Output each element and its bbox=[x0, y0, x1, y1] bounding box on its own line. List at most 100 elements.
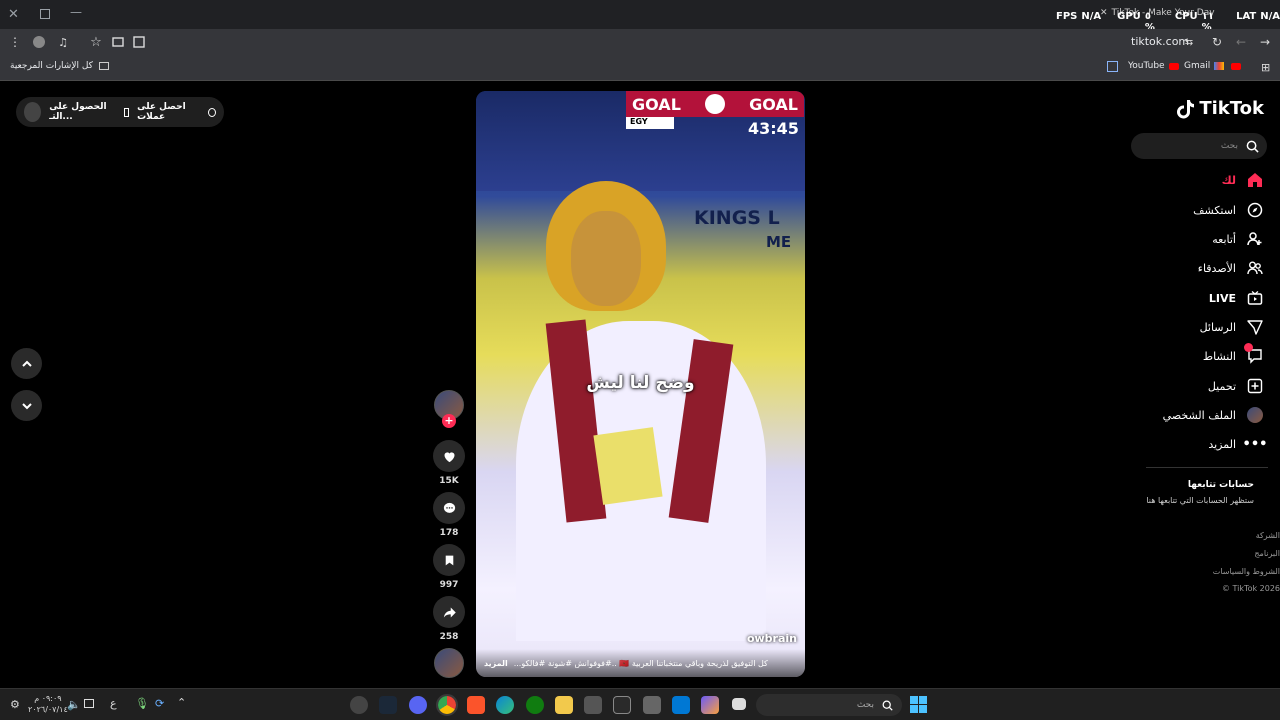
footer-company[interactable]: الشركة bbox=[1256, 531, 1280, 540]
sound-disc-avatar[interactable] bbox=[434, 648, 464, 678]
video-caption-bar: كل التوفيق لذريحة وباقي منتخباتنا العربي… bbox=[476, 649, 805, 677]
sidebar-divider bbox=[1146, 467, 1268, 468]
footer-terms[interactable]: الشروط والسياسات bbox=[1213, 567, 1280, 576]
chevron-down-icon bbox=[21, 402, 32, 409]
activity-icon bbox=[1244, 343, 1264, 365]
sidebar-item-following[interactable]: أتابعه bbox=[1212, 229, 1264, 249]
user-follow-icon bbox=[1246, 230, 1264, 248]
site-settings-icon[interactable]: ⇆ bbox=[1181, 34, 1197, 50]
apps-grid-icon[interactable]: ⊞ bbox=[1261, 61, 1270, 74]
tray-chevron-up-icon[interactable]: ⌃ bbox=[177, 696, 186, 709]
match-timer: 43:45 bbox=[748, 119, 799, 138]
footer-program[interactable]: البرنامج bbox=[1254, 549, 1280, 558]
sidebar-item-label: أتابعه bbox=[1212, 232, 1236, 246]
sidebar-item-friends[interactable]: الأصدقاء bbox=[1198, 258, 1264, 278]
search-placeholder: بحث bbox=[1220, 141, 1238, 151]
copilot-app-icon[interactable] bbox=[701, 696, 719, 714]
sidebar-item-messages[interactable]: الرسائل bbox=[1200, 317, 1264, 337]
obs-app-icon[interactable] bbox=[350, 696, 368, 714]
menu-dots-icon[interactable]: ⋮ bbox=[7, 34, 23, 50]
task-view-icon[interactable] bbox=[732, 698, 746, 710]
sidebar-item-profile[interactable]: الملف الشخصي bbox=[1163, 405, 1264, 425]
save-button[interactable] bbox=[433, 544, 465, 576]
steam-app-icon[interactable] bbox=[379, 696, 397, 714]
app-settings-icon[interactable] bbox=[584, 696, 602, 714]
search-box[interactable]: بحث bbox=[1131, 133, 1267, 159]
minimize-window-icon[interactable]: — bbox=[70, 5, 82, 19]
bookmark-page-icon[interactable] bbox=[1107, 61, 1118, 72]
maximize-window-icon[interactable] bbox=[40, 9, 50, 19]
sidebar-item-more[interactable]: المزيد ••• bbox=[1208, 434, 1268, 454]
scoreboard: GOAL GOAL bbox=[626, 91, 804, 117]
sidebar-item-live[interactable]: LIVE bbox=[1209, 288, 1264, 308]
user-avatar[interactable] bbox=[24, 102, 42, 122]
notification-badge bbox=[1244, 343, 1253, 352]
sync-icon[interactable]: ⟳ bbox=[155, 697, 164, 710]
bookmarks-bar: كل الإشارات المرجعية YouTube Gmail ⊞ bbox=[0, 55, 1280, 81]
friends-icon bbox=[1246, 259, 1264, 277]
like-button[interactable] bbox=[433, 440, 465, 472]
volume-icon[interactable]: 🔈 bbox=[67, 698, 81, 711]
tiktok-logo[interactable]: TikTok bbox=[1177, 98, 1264, 119]
microphone-icon[interactable]: 🎙 bbox=[135, 697, 149, 710]
media-control-icon[interactable]: ♫ bbox=[55, 34, 71, 50]
xbox-app-icon[interactable] bbox=[526, 696, 544, 714]
youtube-shortcut-icon[interactable] bbox=[1231, 63, 1241, 70]
comment-icon bbox=[443, 502, 455, 513]
more-icon: ••• bbox=[1242, 436, 1268, 452]
all-bookmarks-folder[interactable]: كل الإشارات المرجعية bbox=[10, 61, 109, 71]
sidebar-item-activity[interactable]: النشاط bbox=[1202, 343, 1264, 366]
video-player[interactable]: GOAL GOAL EGY 43:45 KINGS L ME وضح لنا ل… bbox=[476, 91, 805, 677]
share-count: 258 bbox=[439, 632, 459, 642]
heart-icon bbox=[444, 451, 454, 462]
forward-icon[interactable]: ← bbox=[1233, 34, 1249, 50]
live-icon bbox=[1246, 289, 1264, 307]
settings-gear-icon[interactable]: ⚙ bbox=[10, 698, 20, 711]
bookmark-youtube-label: YouTube bbox=[1128, 61, 1165, 71]
extensions-icon[interactable] bbox=[110, 34, 126, 50]
previous-video-button[interactable] bbox=[11, 348, 42, 379]
bookmark-star-icon[interactable]: ☆ bbox=[88, 34, 104, 50]
sidebar-item-for-you[interactable]: لك bbox=[1222, 170, 1264, 190]
clock[interactable]: ٠٩:٠٩ م ٢٠٢٦/٠٧/١٤ bbox=[28, 693, 68, 715]
display-icon[interactable] bbox=[84, 699, 94, 708]
store-app-icon[interactable] bbox=[643, 696, 661, 714]
close-window-icon[interactable]: ✕ bbox=[8, 7, 19, 22]
back-icon[interactable]: → bbox=[1257, 34, 1273, 50]
get-coins-link[interactable]: الحصول على التـ... bbox=[49, 102, 130, 122]
install-app-icon[interactable] bbox=[131, 34, 147, 50]
follow-plus-icon[interactable]: + bbox=[442, 414, 456, 428]
get-app-link[interactable]: احصل على عملات bbox=[137, 102, 216, 122]
clock-date: ٢٠٢٦/٠٧/١٤ bbox=[28, 705, 68, 714]
windows-start-icon[interactable] bbox=[910, 696, 927, 713]
bookmark-icon bbox=[445, 555, 453, 565]
edge-app-icon[interactable] bbox=[496, 696, 514, 714]
tiktok-wordmark: TikTok bbox=[1199, 98, 1264, 119]
messages-icon bbox=[1246, 318, 1264, 336]
sidebar-item-label: استكشف bbox=[1193, 203, 1236, 217]
profile-avatar-icon[interactable] bbox=[31, 34, 47, 50]
bookmark-gmail[interactable]: Gmail bbox=[1184, 61, 1225, 71]
file-explorer-icon[interactable] bbox=[555, 696, 573, 714]
reload-icon[interactable]: ↻ bbox=[1209, 34, 1225, 50]
sidebar-item-explore[interactable]: استكشف bbox=[1193, 200, 1264, 220]
bookmark-youtube[interactable]: YouTube bbox=[1128, 61, 1179, 71]
face-shape bbox=[571, 211, 641, 306]
outlook-app-icon[interactable] bbox=[672, 696, 690, 714]
sidebar-item-label: النشاط bbox=[1202, 349, 1236, 363]
discord-app-icon[interactable] bbox=[409, 696, 427, 714]
next-video-button[interactable] bbox=[11, 390, 42, 421]
share-button[interactable] bbox=[433, 596, 465, 628]
browser-toolbar: ⋮ ♫ ☆ tiktok.com ⇆ ↻ ← → bbox=[0, 29, 1280, 55]
chrome-app-icon[interactable] bbox=[436, 694, 458, 716]
club-crest-icon bbox=[705, 94, 725, 114]
chevron-up-icon bbox=[21, 360, 32, 367]
ctrl-app-icon[interactable] bbox=[613, 696, 631, 714]
caption-more-button[interactable]: المزيد bbox=[484, 659, 508, 668]
language-indicator[interactable]: ع bbox=[110, 697, 117, 710]
taskbar-search[interactable]: بحث bbox=[756, 694, 902, 716]
sidebar-item-upload[interactable]: تحميل bbox=[1208, 376, 1264, 396]
brave-app-icon[interactable] bbox=[467, 696, 485, 714]
youtube-icon bbox=[1168, 62, 1179, 70]
comment-button[interactable] bbox=[433, 492, 465, 524]
